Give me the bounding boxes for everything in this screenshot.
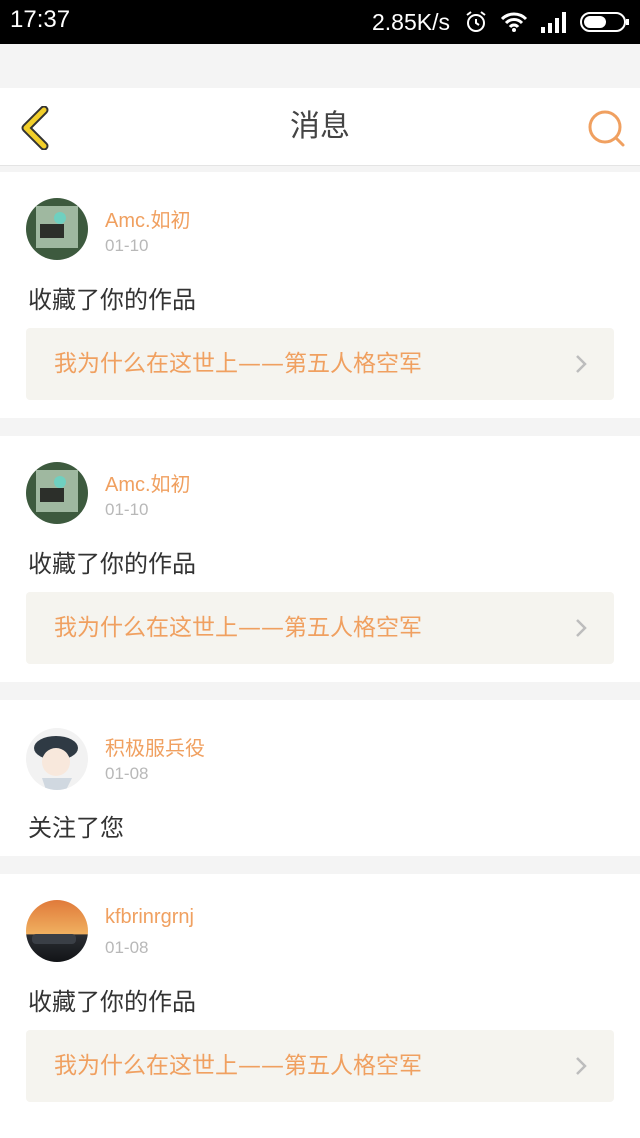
page-title: 消息 [290,109,350,144]
battery-icon [580,12,629,32]
work-title: 我为什么在这世上——第五人格空军 [54,615,422,641]
message-card: Amc.如初 01-10 收藏了你的作品 我为什么在这世上——第五人格空军 [0,172,640,418]
avatar[interactable] [26,462,88,524]
message-action: 关注了您 [28,814,124,842]
work-link[interactable]: 我为什么在这世上——第五人格空军 [26,328,614,400]
message-date: 01-08 [105,938,149,957]
avatar[interactable] [26,900,88,962]
message-date: 01-10 [105,500,149,519]
message-action: 收藏了你的作品 [28,550,196,578]
status-time: 17:37 [10,6,71,33]
chevron-right-icon [576,355,587,373]
alarm-icon [466,11,486,32]
signal-icon [541,12,566,33]
network-speed: 2.85K/s [372,8,450,35]
avatar[interactable] [26,198,88,260]
chevron-right-icon [576,1057,587,1075]
message-card: Amc.如初 01-10 收藏了你的作品 我为什么在这世上——第五人格空军 [0,436,640,682]
search-icon[interactable] [586,108,626,148]
username[interactable]: 积极服兵役 [105,732,205,761]
status-bar: 17:37 2.85K/s [0,0,640,44]
message-action: 收藏了你的作品 [28,988,196,1016]
wifi-icon [500,12,528,32]
chevron-right-icon [576,619,587,637]
work-link[interactable]: 我为什么在这世上——第五人格空军 [26,592,614,664]
work-link[interactable]: 我为什么在这世上——第五人格空军 [26,1030,614,1102]
message-card: kfbrinrgrnj 01-08 收藏了你的作品 我为什么在这世上——第五人格… [0,874,640,1138]
message-date: 01-10 [105,236,149,255]
header-bar: 消息 [0,88,640,166]
work-title: 我为什么在这世上——第五人格空军 [54,1053,422,1079]
work-title: 我为什么在这世上——第五人格空军 [54,351,422,377]
message-action: 收藏了你的作品 [28,286,196,314]
username[interactable]: kfbrinrgrnj [105,906,194,929]
message-card: 积极服兵役 01-08 关注了您 [0,700,640,856]
avatar[interactable] [26,728,88,790]
username[interactable]: Amc.如初 [105,204,191,233]
message-date: 01-08 [105,764,149,783]
username[interactable]: Amc.如初 [105,468,191,497]
